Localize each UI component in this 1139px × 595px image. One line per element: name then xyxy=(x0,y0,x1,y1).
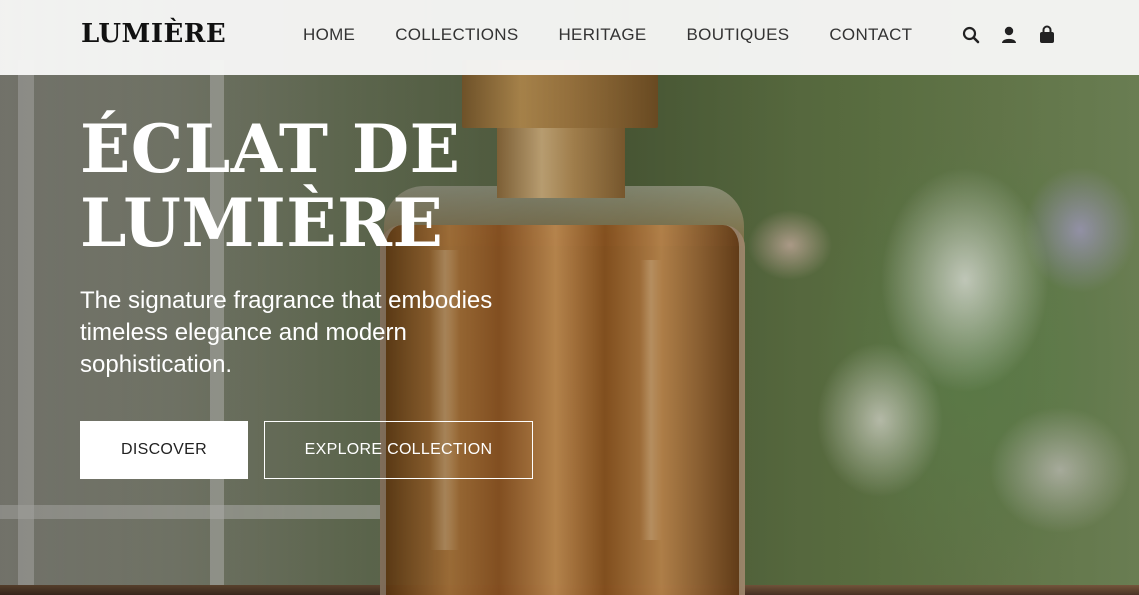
nav-boutiques[interactable]: BOUTIQUES xyxy=(687,25,790,45)
site-header: LUMIÈRE HOME COLLECTIONS HERITAGE BOUTIQ… xyxy=(0,0,1139,75)
hero-subtitle: The signature fragrance that embodies ti… xyxy=(80,287,493,378)
page: LUMIÈRE HOME COLLECTIONS HERITAGE BOUTIQ… xyxy=(0,0,1139,595)
brand-logo[interactable]: LUMIÈRE xyxy=(81,19,226,49)
search-icon[interactable] xyxy=(962,25,980,45)
user-icon[interactable] xyxy=(1000,25,1018,45)
hero-title: ÉCLAT DE LUMIÈRE xyxy=(80,112,460,260)
shopping-bag-icon[interactable] xyxy=(1038,25,1056,45)
explore-collection-button[interactable]: EXPLORE COLLECTION xyxy=(264,421,533,479)
nav-collections[interactable]: COLLECTIONS xyxy=(395,25,518,45)
main-nav: HOME COLLECTIONS HERITAGE BOUTIQUES CONT… xyxy=(303,25,912,45)
nav-home[interactable]: HOME xyxy=(303,25,355,45)
hero-title-line1: ÉCLAT DE xyxy=(80,110,461,188)
hero-title-line2: LUMIÈRE xyxy=(80,184,444,262)
nav-contact[interactable]: CONTACT xyxy=(829,25,912,45)
nav-heritage[interactable]: HERITAGE xyxy=(558,25,646,45)
discover-button[interactable]: DISCOVER xyxy=(80,421,248,479)
header-icons xyxy=(962,25,1056,45)
